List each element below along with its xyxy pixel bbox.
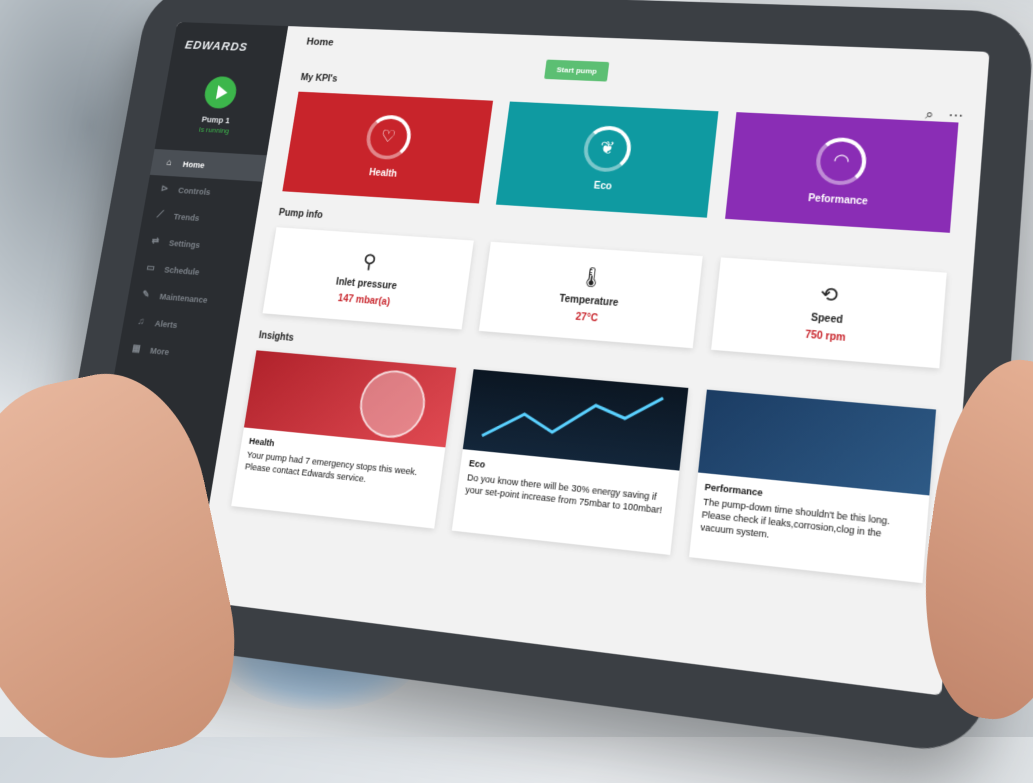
top-actions: ⌕ ⋯ [925,106,964,124]
insight-card-health[interactable]: Health Your pump had 7 emergency stops t… [231,350,457,529]
kpi-card-health[interactable]: ♡ Health [282,91,494,204]
thermometer-icon: 🌡 [577,266,606,290]
main-content: Home Start pump ⌕ ⋯ My KPI's ♡ Health ❦ … [193,26,989,695]
bell-icon: ♫ [136,316,146,328]
page-title: Home [305,36,335,49]
pump-status: Pump 1 Is running [158,74,280,137]
sidebar-item-label: Home [182,159,206,170]
insight-card-performance[interactable]: Performance The pump-down time shouldn't… [688,389,937,584]
kpi-card-performance[interactable]: ◠ Peformance [724,112,959,233]
rotate-icon: ⟲ [819,283,839,307]
controls-icon: ⊳ [160,183,170,195]
sidebar-item-label: Schedule [163,264,201,277]
kpi-label: Eco [593,180,613,192]
sidebar-item-label: More [149,345,170,357]
grid-icon: ▦ [131,343,142,355]
play-icon[interactable] [202,75,239,110]
zoom-lens [355,367,430,441]
search-icon[interactable]: ⌕ [925,106,935,123]
info-card-inlet-pressure[interactable]: ⚲ Inlet pressure 147 mbar(a) [262,227,475,330]
kpi-row: ♡ Health ❦ Eco ◠ Peformance [282,91,959,233]
sidebar-item-label: Trends [173,211,201,223]
trends-icon: ⟋ [156,209,164,221]
kpi-card-eco[interactable]: ❦ Eco [496,101,719,218]
gauge-icon: ◠ [814,135,869,186]
calendar-icon: ▭ [145,262,156,274]
start-pump-button[interactable]: Start pump [544,59,610,82]
info-label: Inlet pressure [335,276,398,292]
info-value: 750 rpm [804,328,847,344]
info-card-temperature[interactable]: 🌡 Temperature 27°C [479,241,703,349]
info-value: 147 mbar(a) [337,292,391,308]
info-label: Speed [810,311,844,326]
pressure-gauge-icon: ⚲ [361,250,378,273]
info-label: Temperature [558,293,620,309]
kpi-label: Peformance [807,192,869,208]
sidebar-item-label: Maintenance [158,291,209,305]
home-icon: ⌂ [165,157,173,168]
insight-card-eco[interactable]: Eco Do you know there will be 30% energy… [452,369,689,555]
sidebar-item-label: Settings [168,237,201,250]
wrench-icon: ✎ [141,289,151,301]
topbar: Home [304,27,964,84]
settings-icon: ⇄ [150,236,160,247]
kpi-label: Health [368,167,398,180]
info-card-speed[interactable]: ⟲ Speed 750 rpm [710,257,947,369]
info-value: 27°C [575,311,599,324]
leaf-icon: ❦ [581,124,634,173]
more-options-icon[interactable]: ⋯ [948,107,964,124]
heart-icon: ♡ [363,113,414,161]
sidebar-item-label: Controls [177,185,212,197]
edwards-logo: EDWARDS [184,38,249,54]
sidebar-item-label: Alerts [154,318,179,330]
